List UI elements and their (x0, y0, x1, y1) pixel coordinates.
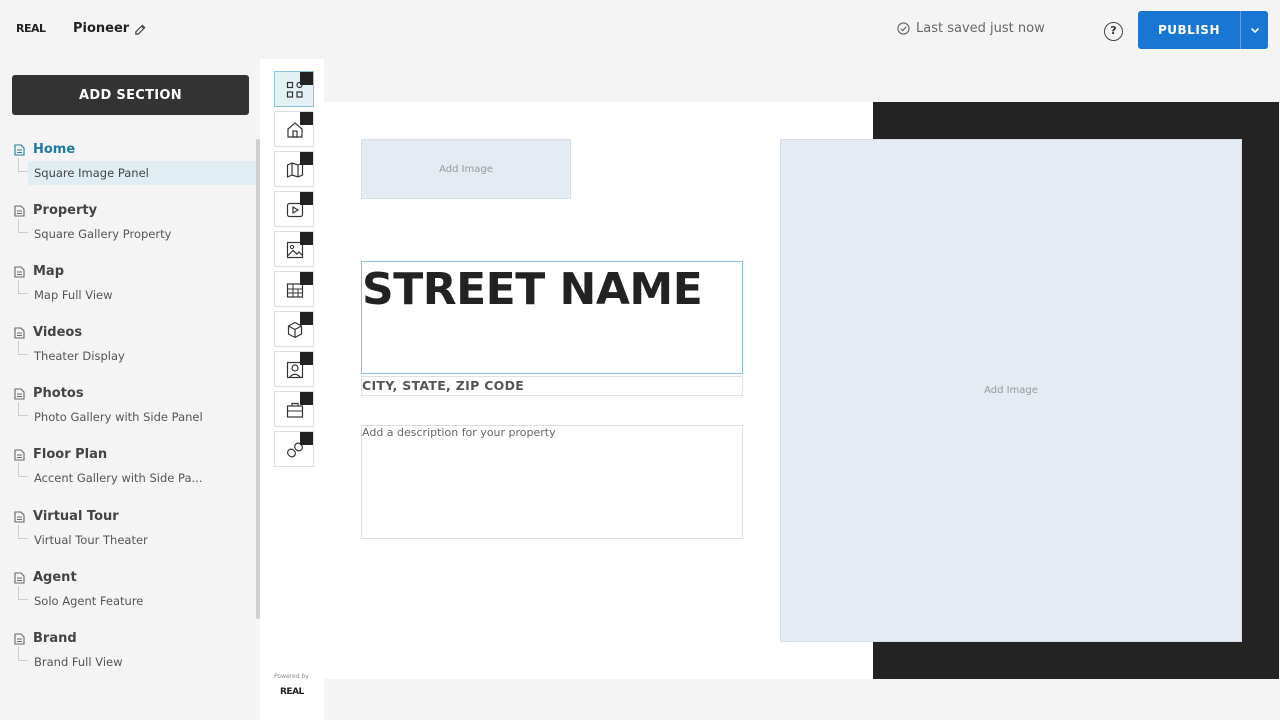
page-icon (14, 387, 25, 400)
section-icon-rail: Powered by REAL (260, 59, 324, 720)
floor-plan-icon[interactable] (274, 271, 314, 307)
edit-icon[interactable] (134, 23, 147, 36)
page-icon (14, 571, 25, 584)
add-section-button[interactable]: ADD SECTION (12, 75, 249, 115)
street-name-field[interactable]: STREET NAME (361, 261, 743, 374)
sidebar-item-label: Home (33, 142, 76, 157)
save-status-text: Last saved just now (916, 21, 1045, 36)
sidebar-subitem[interactable]: Square Gallery Property (28, 222, 256, 246)
tree-connector (18, 280, 28, 294)
image-badge-icon (300, 112, 313, 125)
tree-connector (18, 219, 28, 233)
image-badge-icon (300, 352, 313, 365)
sidebar-subitem[interactable]: Square Image Panel (28, 161, 256, 185)
add-image-label: Add Image (984, 385, 1038, 396)
sidebar-item-label: Videos (33, 325, 83, 340)
sidebar-item-title[interactable]: Floor Plan (14, 447, 107, 462)
sidebar-subitem[interactable]: Map Full View (28, 283, 256, 307)
sidebar-item-label: Virtual Tour (33, 509, 119, 524)
image-badge-icon (300, 192, 313, 205)
add-image-label: Add Image (439, 163, 493, 175)
sidebar-item-label: Map (33, 264, 65, 279)
powered-by-text: Powered by (274, 673, 309, 680)
sidebar-item-title[interactable]: Virtual Tour (14, 509, 119, 524)
sidebar-item-title[interactable]: Map (14, 264, 64, 279)
sidebar-item-title[interactable]: Property (14, 203, 97, 218)
canvas-bottom-gutter (324, 679, 1280, 720)
image-badge-icon (300, 272, 313, 285)
sidebar-item-title[interactable]: Brand (14, 631, 77, 646)
page-icon (14, 143, 25, 156)
photo-icon[interactable] (274, 231, 314, 267)
sidebar-item-title[interactable]: Videos (14, 325, 82, 340)
map-icon[interactable] (274, 151, 314, 187)
publish-dropdown-button[interactable] (1240, 11, 1268, 49)
agent-icon[interactable] (274, 351, 314, 387)
add-image-placeholder-large[interactable]: Add Image (780, 139, 1242, 642)
page-icon (14, 448, 25, 461)
tree-connector (18, 402, 28, 416)
chevron-down-icon (1250, 27, 1259, 34)
sidebar-item-label: Floor Plan (33, 447, 108, 462)
virtual-tour-icon[interactable] (274, 311, 314, 347)
sidebar-item-label: Property (33, 203, 98, 218)
link-icon[interactable] (274, 431, 314, 467)
layout-grid-icon[interactable] (274, 71, 314, 107)
site-name: Pioneer (73, 21, 130, 36)
tree-connector (18, 586, 28, 600)
sidebar-subitem[interactable]: Accent Gallery with Side Pa... (28, 466, 256, 490)
sidebar-subitem[interactable]: Brand Full View (28, 650, 256, 674)
sidebar-item-title[interactable]: Photos (14, 386, 84, 401)
page-icon (14, 632, 25, 645)
home-icon[interactable] (274, 111, 314, 147)
section-sidebar: ADD SECTION Home Square Image Panel Prop… (0, 59, 260, 720)
sidebar-subitem[interactable]: Photo Gallery with Side Panel (28, 405, 256, 429)
city-state-zip-text: CITY, STATE, ZIP CODE (362, 378, 525, 393)
add-image-placeholder-small[interactable]: Add Image (361, 139, 571, 199)
image-badge-icon (300, 152, 313, 165)
brand-icon[interactable] (274, 391, 314, 427)
page-icon (14, 510, 25, 523)
sidebar-subitem[interactable]: Virtual Tour Theater (28, 528, 256, 552)
tree-connector (18, 341, 28, 355)
image-badge-icon (300, 72, 313, 85)
image-badge-icon (300, 312, 313, 325)
image-badge-icon (300, 232, 313, 245)
tree-connector (18, 463, 28, 477)
real-logo[interactable]: REAL (16, 22, 46, 35)
image-badge-icon (300, 432, 313, 445)
sidebar-item-label: Photos (33, 386, 84, 401)
sidebar-item-title[interactable]: Agent (14, 570, 77, 585)
sidebar-item-label: Brand (33, 631, 77, 646)
sidebar-item-label: Agent (33, 570, 77, 585)
save-status: Last saved just now (897, 21, 1045, 36)
tree-connector (18, 525, 28, 539)
tree-connector (18, 158, 28, 172)
canvas-top-gutter (324, 59, 1280, 102)
help-icon[interactable]: ? (1104, 22, 1123, 41)
page-icon (14, 326, 25, 339)
real-logo: REAL (280, 687, 304, 697)
sidebar-subitem[interactable]: Theater Display (28, 344, 256, 368)
top-bar: REAL Pioneer Last saved just now ? PUBLI… (0, 0, 1280, 59)
description-placeholder: Add a description for your property (362, 426, 556, 439)
check-circle-icon (897, 22, 910, 35)
publish-button[interactable]: PUBLISH (1138, 11, 1240, 49)
page-icon (14, 204, 25, 217)
page-icon (14, 265, 25, 278)
video-icon[interactable] (274, 191, 314, 227)
sidebar-subitem[interactable]: Solo Agent Feature (28, 589, 256, 613)
tree-connector (18, 647, 28, 661)
image-badge-icon (300, 392, 313, 405)
street-name-text: STREET NAME (362, 264, 703, 315)
city-state-zip-field[interactable]: CITY, STATE, ZIP CODE (361, 376, 743, 396)
sidebar-item-title[interactable]: Home (14, 142, 75, 157)
description-field[interactable]: Add a description for your property (361, 425, 743, 539)
